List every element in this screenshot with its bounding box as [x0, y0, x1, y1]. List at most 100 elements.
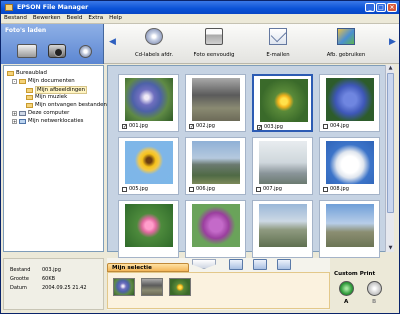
thumbnail-tile[interactable]: 006.jpg — [185, 137, 246, 195]
thumbnail-image — [192, 78, 240, 121]
checkbox[interactable] — [323, 123, 328, 129]
info-value: 003.jpg — [42, 267, 61, 273]
thumbnail-image — [260, 79, 308, 122]
photo-print-button-label: Foto eenvoudig — [193, 52, 235, 58]
tree-item-desktop[interactable]: Bureaublad — [7, 70, 47, 76]
checkbox[interactable] — [189, 186, 194, 192]
thumbnail-image — [125, 78, 173, 121]
thumbnail-tile[interactable] — [252, 200, 313, 258]
camera-icon[interactable] — [48, 44, 66, 58]
thumbnail-image — [259, 204, 307, 247]
edit-icon[interactable] — [277, 259, 291, 270]
menu-beeld[interactable]: Beeld — [67, 15, 83, 23]
add-to-selection-arrow-icon[interactable] — [192, 259, 216, 269]
thumbnail-tile[interactable]: 005.jpg — [118, 137, 179, 195]
tree-item-received-files[interactable]: Mijn ontvangen bestanden — [26, 102, 107, 108]
thumbnail-tile-selected[interactable]: ✓ 003.jpg — [252, 74, 313, 132]
folder-icon — [26, 87, 33, 93]
thumbnail-tile[interactable] — [319, 200, 380, 258]
cd-label-button[interactable]: Cd-labels afdr. — [125, 28, 183, 62]
selection-strip — [107, 272, 330, 309]
tree-item-my-computer[interactable]: + Deze computer — [12, 110, 69, 116]
thumbnail-caption: 004.jpg — [330, 123, 349, 129]
cd-label-button-label: Cd-labels afdr. — [134, 52, 174, 58]
collapse-icon[interactable]: - — [12, 78, 17, 84]
custom-print-label: Custom Print — [334, 271, 376, 277]
cd-label-icon — [145, 28, 163, 45]
thumbnail-caption: 008.jpg — [330, 186, 349, 192]
info-value: 2004.09.25 21.42 — [42, 285, 87, 291]
photo-print-button[interactable]: Foto eenvoudig — [185, 28, 243, 62]
thumbnail-tile[interactable] — [118, 200, 179, 258]
thumbnail-scrollbar[interactable]: ▲ ▼ — [385, 65, 394, 252]
expand-icon[interactable]: + — [12, 118, 17, 124]
thumbnail-caption: 002.jpg — [196, 123, 215, 129]
thumbnail-tile[interactable] — [185, 200, 246, 258]
custom-print-a-button[interactable] — [339, 281, 354, 296]
close-button[interactable]: × — [387, 3, 397, 12]
use-image-button[interactable]: Afb. gebruiken — [317, 28, 375, 62]
email-button[interactable]: E-mailen — [249, 28, 307, 62]
thumbnail-caption: 003.jpg — [264, 124, 283, 130]
thumbnail-tile[interactable]: ✓ 001.jpg — [118, 74, 179, 132]
thumbnail-tile[interactable]: ✓ 002.jpg — [185, 74, 246, 132]
thumbnail-tile[interactable]: 008.jpg — [319, 137, 380, 195]
cd-icon[interactable] — [79, 45, 92, 58]
scroll-right-arrow-icon[interactable]: ▶ — [389, 37, 396, 47]
menu-help[interactable]: Help — [109, 15, 122, 23]
menu-bewerken[interactable]: Bewerken — [33, 15, 61, 23]
scroll-left-arrow-icon[interactable]: ◀ — [109, 37, 116, 47]
maximize-button[interactable]: □ — [376, 3, 386, 12]
tree-item-my-pictures[interactable]: Mijn afbeeldingen — [26, 86, 88, 94]
thumbnail-image — [125, 204, 173, 247]
thumbnail-tile[interactable]: 004.jpg — [319, 74, 380, 132]
thumbnail-caption: 005.jpg — [129, 186, 148, 192]
tree-item-label: Deze computer — [28, 110, 70, 116]
checkbox[interactable] — [323, 186, 328, 192]
thumbnail-caption: 007.jpg — [263, 186, 282, 192]
tree-item-label: Mijn ontvangen bestanden — [35, 102, 107, 108]
custom-print-panel: Custom Print A B — [331, 258, 399, 310]
tree-item-label: Mijn afbeeldingen — [35, 86, 88, 94]
use-image-button-label: Afb. gebruiken — [326, 52, 366, 58]
scroll-down-icon[interactable]: ▼ — [387, 245, 394, 252]
thumbnail-tile[interactable]: 007.jpg — [252, 137, 313, 195]
checkbox[interactable] — [122, 186, 127, 192]
custom-print-b-button[interactable] — [367, 281, 382, 296]
app-window: EPSON File Manager _ □ × Bestand Bewerke… — [0, 0, 400, 314]
thumbnail-caption: 006.jpg — [196, 186, 215, 192]
my-selection-tab[interactable]: Mijn selectie — [107, 263, 189, 272]
tree-item-label: Mijn muziek — [35, 94, 68, 100]
app-icon — [5, 4, 13, 11]
checkbox[interactable]: ✓ — [122, 123, 127, 129]
network-icon — [19, 118, 26, 124]
scroll-up-icon[interactable]: ▲ — [387, 65, 394, 72]
tree-item-my-documents[interactable]: - Mijn documenten — [12, 78, 75, 84]
film-icon[interactable] — [253, 259, 267, 270]
thumbnail-caption: 001.jpg — [129, 123, 148, 129]
custom-print-b-label: B — [372, 299, 377, 305]
tree-item-network-places[interactable]: + Mijn netwerklocaties — [12, 118, 84, 124]
selection-thumbnail[interactable] — [113, 278, 135, 296]
expand-icon[interactable]: + — [12, 110, 17, 116]
thumbnail-image — [192, 141, 240, 184]
scrollbar-thumb[interactable] — [387, 73, 394, 213]
info-key: Datum — [10, 285, 27, 291]
menu-extra[interactable]: Extra — [88, 15, 103, 23]
checkbox[interactable]: ✓ — [257, 124, 262, 130]
minimize-button[interactable]: _ — [365, 3, 375, 12]
scanner-icon[interactable] — [17, 44, 37, 58]
checkbox[interactable]: ✓ — [189, 123, 194, 129]
tree-item-label: Bureaublad — [16, 70, 47, 76]
selection-thumbnail[interactable] — [141, 278, 163, 296]
menu-bestand[interactable]: Bestand — [4, 15, 27, 23]
thumbnail-image — [326, 78, 374, 121]
tree-item-my-music[interactable]: Mijn muziek — [26, 94, 67, 100]
home-icon[interactable] — [229, 259, 243, 270]
toolbar: Foto's laden ◀ Cd-labels afdr. Foto eenv… — [1, 24, 399, 64]
printer-icon — [205, 28, 223, 45]
checkbox[interactable] — [256, 186, 261, 192]
email-icon — [269, 28, 287, 45]
import-panel: Foto's laden — [1, 24, 104, 64]
selection-thumbnail[interactable] — [169, 278, 191, 296]
